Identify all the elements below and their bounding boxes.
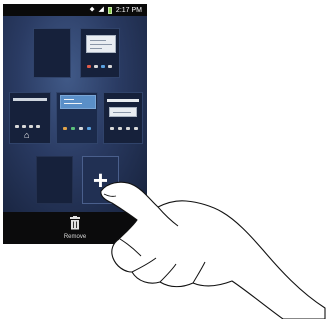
hand-illustration <box>100 181 326 319</box>
